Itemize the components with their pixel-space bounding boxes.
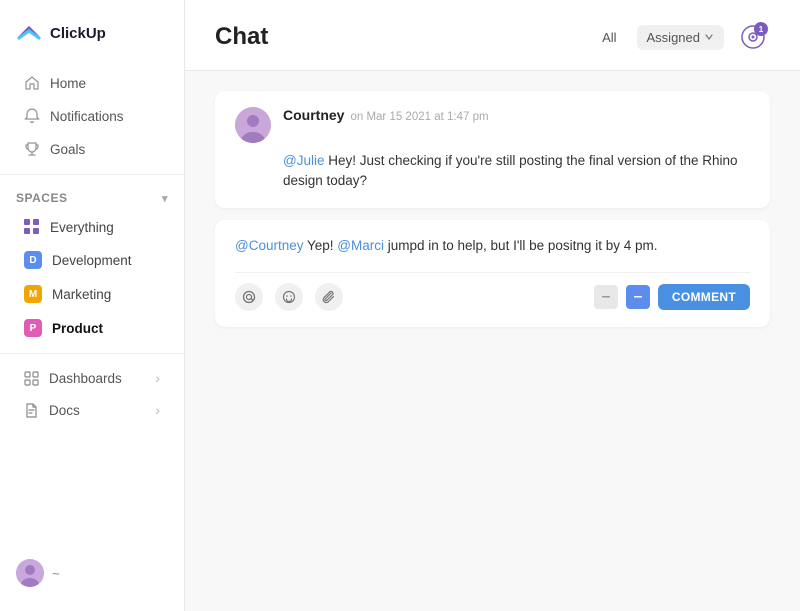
avatar-courtney xyxy=(235,107,271,143)
app-name: ClickUp xyxy=(50,25,106,42)
development-dot: D xyxy=(24,251,42,269)
reply-block: @Courtney Yep! @Marci jumpd in to help, … xyxy=(215,220,770,327)
reply-text: @Courtney Yep! @Marci jumpd in to help, … xyxy=(235,236,750,256)
marketing-label: Marketing xyxy=(52,287,111,302)
goals-label: Goals xyxy=(50,142,85,157)
development-label: Development xyxy=(52,253,132,268)
dash-button-1[interactable] xyxy=(594,285,618,309)
everything-label: Everything xyxy=(50,220,114,235)
sidebar-item-goals[interactable]: Goals xyxy=(8,133,176,165)
message-time-1: on Mar 15 2021 at 1:47 pm xyxy=(350,111,488,123)
marketing-dot: M xyxy=(24,285,42,303)
dash-icon-2 xyxy=(633,292,643,302)
emoji-icon xyxy=(282,290,296,304)
grid-icon xyxy=(24,219,40,235)
chevron-right-icon: › xyxy=(155,370,160,386)
sidebar-item-dashboards[interactable]: Dashboards › xyxy=(8,363,176,393)
message-block-1: Courtney on Mar 15 2021 at 1:47 pm @Juli… xyxy=(215,91,770,208)
product-label: Product xyxy=(52,321,103,336)
badge-count: 1 xyxy=(754,22,768,36)
reply-actions xyxy=(235,283,343,311)
page-title: Chat xyxy=(215,23,268,51)
home-label: Home xyxy=(50,76,86,91)
attachment-button[interactable] xyxy=(315,283,343,311)
emoji-button[interactable] xyxy=(275,283,303,311)
docs-icon xyxy=(24,403,39,418)
sidebar-item-product[interactable]: P Product xyxy=(8,312,176,344)
dash-button-2[interactable] xyxy=(626,285,650,309)
user-menu-indicator: ~ xyxy=(52,566,60,581)
trophy-icon xyxy=(24,141,40,157)
sidebar-item-development[interactable]: D Development xyxy=(8,244,176,276)
sidebar-item-docs[interactable]: Docs › xyxy=(8,395,176,425)
sidebar-item-marketing[interactable]: M Marketing xyxy=(8,278,176,310)
chevron-down-icon[interactable]: ▾ xyxy=(162,192,168,205)
home-icon xyxy=(24,75,40,91)
assigned-label: Assigned xyxy=(647,30,700,45)
docs-label: Docs xyxy=(49,403,80,418)
user-avatar xyxy=(16,559,44,587)
chevron-down-filter-icon xyxy=(704,32,714,42)
paperclip-icon xyxy=(322,290,336,304)
dashboard-icon xyxy=(24,371,39,386)
notification-badge-button[interactable]: 1 xyxy=(736,20,770,54)
notifications-label: Notifications xyxy=(50,109,124,124)
chat-area: Courtney on Mar 15 2021 at 1:47 pm @Juli… xyxy=(185,71,800,611)
bell-icon xyxy=(24,108,40,124)
mention-julie[interactable]: @Julie xyxy=(283,153,324,168)
mention-marci[interactable]: @Marci xyxy=(337,238,384,253)
comment-button[interactable]: COMMENT xyxy=(658,284,750,310)
logo-area[interactable]: ClickUp xyxy=(0,12,184,62)
sidebar-item-notifications[interactable]: Notifications xyxy=(8,100,176,132)
header-right: All Assigned 1 xyxy=(594,20,770,54)
product-dot: P xyxy=(24,319,42,337)
reply-text1: Yep! xyxy=(303,238,337,253)
main-header: Chat All Assigned 1 xyxy=(185,0,800,71)
dash-icon-1 xyxy=(601,292,611,302)
message-body-1: Hey! Just checking if you're still posti… xyxy=(283,153,738,188)
reply-text2: jumpd in to help, but I'll be positng it… xyxy=(384,238,657,253)
at-icon xyxy=(242,290,256,304)
message-text-1: @Julie Hey! Just checking if you're stil… xyxy=(235,151,750,192)
chevron-right-icon-docs: › xyxy=(155,402,160,418)
mention-courtney[interactable]: @Courtney xyxy=(235,238,303,253)
sidebar-item-home[interactable]: Home xyxy=(8,67,176,99)
spaces-section-header: Spaces ▾ xyxy=(0,179,184,211)
user-profile[interactable]: ~ xyxy=(0,547,184,599)
filter-all-button[interactable]: All xyxy=(594,26,624,49)
reply-footer: COMMENT xyxy=(235,272,750,311)
sidebar-item-everything[interactable]: Everything xyxy=(8,212,176,242)
main-content: Chat All Assigned 1 xyxy=(185,0,800,611)
reply-right-actions: COMMENT xyxy=(594,284,750,310)
clickup-logo-icon xyxy=(16,20,42,46)
message-author-1: Courtney xyxy=(283,107,344,123)
dashboards-label: Dashboards xyxy=(49,371,122,386)
at-mention-button[interactable] xyxy=(235,283,263,311)
filter-assigned-button[interactable]: Assigned xyxy=(637,25,724,50)
sidebar: ClickUp Home Notifications Goals S xyxy=(0,0,185,611)
spaces-label: Spaces xyxy=(16,191,67,205)
nav-items: Home Notifications Goals xyxy=(0,62,184,170)
